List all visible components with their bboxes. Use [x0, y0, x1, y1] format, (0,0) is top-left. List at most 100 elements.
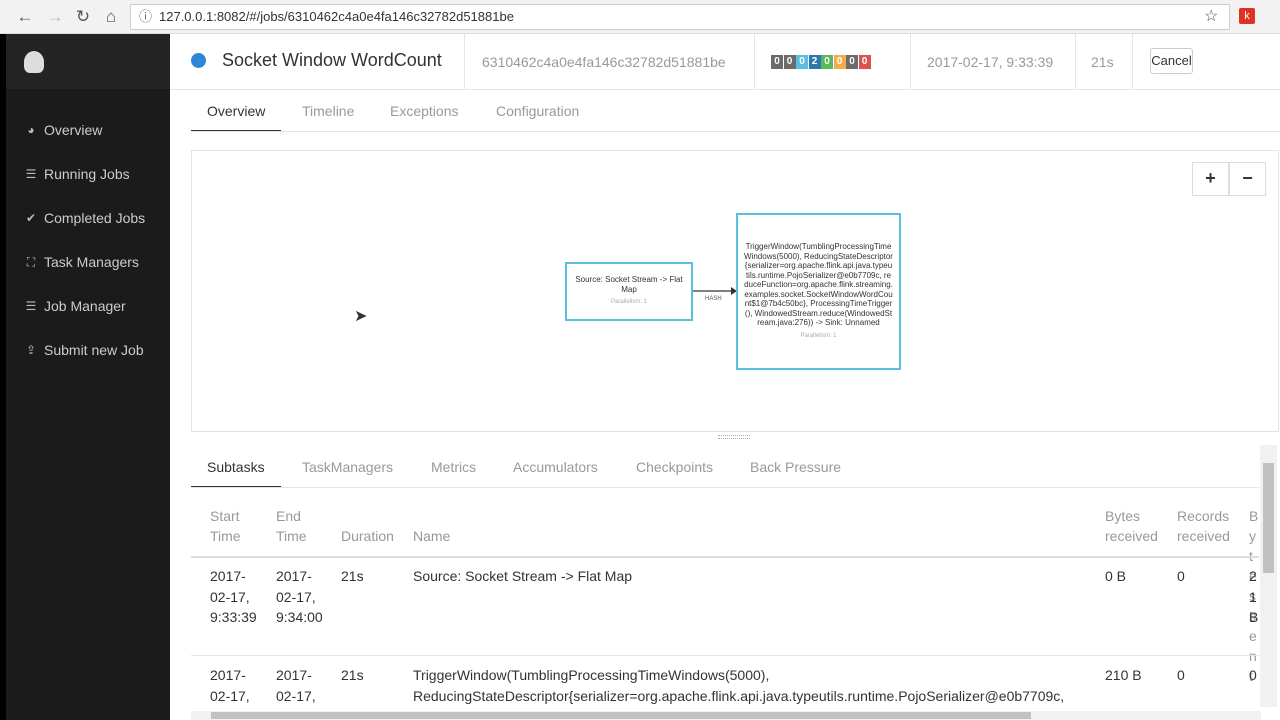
- tab-configuration[interactable]: Configuration: [496, 96, 579, 132]
- sidebar-item-job-manager[interactable]: ☰ Job Manager: [24, 295, 126, 317]
- node-label: TriggerWindow(TumblingProcessingTimeWind…: [744, 242, 893, 327]
- divider: [1132, 34, 1133, 90]
- subtab-subtasks[interactable]: Subtasks: [191, 452, 281, 488]
- sidebar-label: Job Manager: [44, 298, 126, 314]
- cell-duration: 21s: [341, 568, 364, 584]
- cell-bytes-sent: 0: [1249, 667, 1257, 683]
- divider: [910, 34, 911, 90]
- task-count-badge: 0: [783, 55, 796, 69]
- divider: [464, 34, 465, 90]
- squirrel-logo-icon: [24, 51, 44, 73]
- cancel-button[interactable]: Cancel: [1150, 48, 1193, 74]
- task-count-badge: 0: [821, 55, 833, 69]
- tab-timeline[interactable]: Timeline: [302, 96, 354, 132]
- upload-icon: ⇪: [25, 343, 37, 357]
- node-parallelism: Parallelism: 1: [610, 299, 647, 306]
- subtab-checkpoints[interactable]: Checkpoints: [636, 452, 713, 488]
- job-start-time: 2017-02-17, 9:33:39: [927, 54, 1054, 70]
- edge-label: HASH: [705, 296, 722, 302]
- cell-end-time: 2017-02-17, 9:34:00: [276, 568, 323, 625]
- sidebar-label: Task Managers: [44, 254, 139, 270]
- subtab-metrics[interactable]: Metrics: [431, 452, 476, 488]
- job-id: 6310462c4a0e4fa146c32782d51881be: [482, 54, 726, 70]
- sidebar-label: Overview: [44, 122, 103, 138]
- task-count-badge: 2: [808, 55, 821, 69]
- server-icon: ☰: [25, 299, 37, 313]
- node-label: Source: Socket Stream -> Flat Map: [575, 275, 683, 294]
- url-text: 127.0.0.1:8082/#/jobs/6310462c4a0e4fa146…: [159, 9, 514, 24]
- sidebar-item-running-jobs[interactable]: ☰ Running Jobs: [24, 163, 130, 185]
- sidebar-label: Completed Jobs: [44, 210, 146, 226]
- node-parallelism: Parallelism: 1: [800, 332, 837, 339]
- zoom-in-button[interactable]: +: [1192, 162, 1229, 196]
- cell-records-received: 0: [1177, 568, 1185, 584]
- subtabs-divider: [191, 487, 1259, 488]
- scrollbar-thumb[interactable]: [1263, 463, 1274, 573]
- sidebar-item-completed-jobs[interactable]: ✔ Completed Jobs: [24, 207, 145, 229]
- check-circle-icon: ✔: [25, 211, 37, 225]
- task-status-badges: 00020000: [771, 55, 871, 69]
- sidebar-label: Running Jobs: [44, 166, 130, 182]
- column-header-name: Name: [413, 528, 451, 544]
- column-header-duration: Duration: [341, 528, 394, 544]
- table-row[interactable]: 2017-02-17, 2017-02-17, 21s TriggerWindo…: [191, 657, 1259, 712]
- job-duration: 21s: [1091, 54, 1114, 70]
- column-header-records-received: Records received: [1177, 508, 1230, 544]
- info-icon: ⓘ: [139, 9, 153, 24]
- cell-start-time: 2017-02-17, 9:33:39: [210, 568, 257, 625]
- job-header: Socket Window WordCount 6310462c4a0e4fa1…: [170, 34, 1280, 90]
- address-bar[interactable]: ⓘ 127.0.0.1:8082/#/jobs/6310462c4a0e4fa14…: [130, 4, 1230, 30]
- scrollbar-thumb[interactable]: [211, 712, 1031, 719]
- cell-records-received: 0: [1177, 667, 1185, 683]
- task-count-badge: 0: [796, 55, 808, 69]
- sitemap-icon: ⛶: [26, 254, 36, 269]
- job-title: Socket Window WordCount: [222, 50, 442, 70]
- tabs-divider: [191, 131, 1280, 132]
- browser-toolbar: ← → ↻ ⌂ ⓘ 127.0.0.1:8082/#/jobs/6310462c4…: [0, 0, 1280, 34]
- table-row[interactable]: 2017-02-17, 9:33:39 2017-02-17, 9:34:00 …: [191, 558, 1259, 656]
- cell-bytes-sent: 21 B: [1249, 568, 1259, 625]
- flink-logo[interactable]: [6, 34, 170, 89]
- reload-icon[interactable]: ↻: [72, 6, 94, 28]
- task-count-badge: 0: [833, 55, 846, 69]
- cell-bytes-received: 210 B: [1105, 667, 1142, 683]
- sidebar-item-task-managers[interactable]: ⛶ Task Managers: [24, 251, 139, 273]
- horizontal-scrollbar[interactable]: [191, 711, 1261, 720]
- tasks-icon: ☰: [25, 167, 37, 181]
- task-count-badge: 0: [858, 55, 871, 69]
- sidebar: ◕ Overview ☰ Running Jobs ✔ Completed Jobs …: [6, 34, 170, 720]
- cell-start-time: 2017-02-17,: [210, 667, 250, 704]
- column-header-start-time: Start Time: [210, 508, 241, 544]
- subtab-taskmanagers[interactable]: TaskManagers: [302, 452, 393, 488]
- column-header-end-time: End Time: [276, 508, 307, 544]
- cell-duration: 21s: [341, 667, 364, 683]
- extension-icon[interactable]: k: [1239, 8, 1255, 24]
- dashboard-icon: ◕: [27, 123, 35, 137]
- cell-bytes-received: 0 B: [1105, 568, 1127, 584]
- task-count-badge: 0: [846, 55, 858, 69]
- divider: [754, 34, 755, 90]
- bookmark-star-icon[interactable]: ☆: [1204, 6, 1218, 26]
- cell-end-time: 2017-02-17,: [276, 667, 316, 704]
- graph-node-window[interactable]: TriggerWindow(TumblingProcessingTimeWind…: [736, 213, 901, 370]
- sidebar-item-submit-new-job[interactable]: ⇪ Submit new Job: [24, 339, 144, 361]
- graph-node-source[interactable]: Source: Socket Stream -> Flat Map Paralle…: [565, 262, 693, 321]
- cell-name: TriggerWindow(TumblingProcessingTimeWind…: [413, 667, 1065, 704]
- forward-icon[interactable]: →: [44, 6, 66, 28]
- tab-exceptions[interactable]: Exceptions: [390, 96, 458, 132]
- subtab-accumulators[interactable]: Accumulators: [513, 452, 598, 488]
- task-count-badge: 0: [771, 55, 783, 69]
- sidebar-item-overview[interactable]: ◕ Overview: [24, 119, 102, 141]
- vertical-scrollbar[interactable]: [1260, 445, 1277, 707]
- running-status-icon: [191, 53, 206, 68]
- home-icon[interactable]: ⌂: [100, 6, 122, 28]
- subtab-back-pressure[interactable]: Back Pressure: [750, 452, 841, 488]
- zoom-out-button[interactable]: −: [1229, 162, 1266, 196]
- divider: [1075, 34, 1076, 90]
- tab-overview[interactable]: Overview: [191, 96, 282, 132]
- resize-handle[interactable]: [718, 435, 750, 439]
- mouse-cursor-icon: ➤: [354, 308, 368, 325]
- cell-name: Source: Socket Stream -> Flat Map: [413, 568, 633, 584]
- sidebar-label: Submit new Job: [44, 342, 144, 358]
- back-icon[interactable]: ←: [14, 6, 36, 28]
